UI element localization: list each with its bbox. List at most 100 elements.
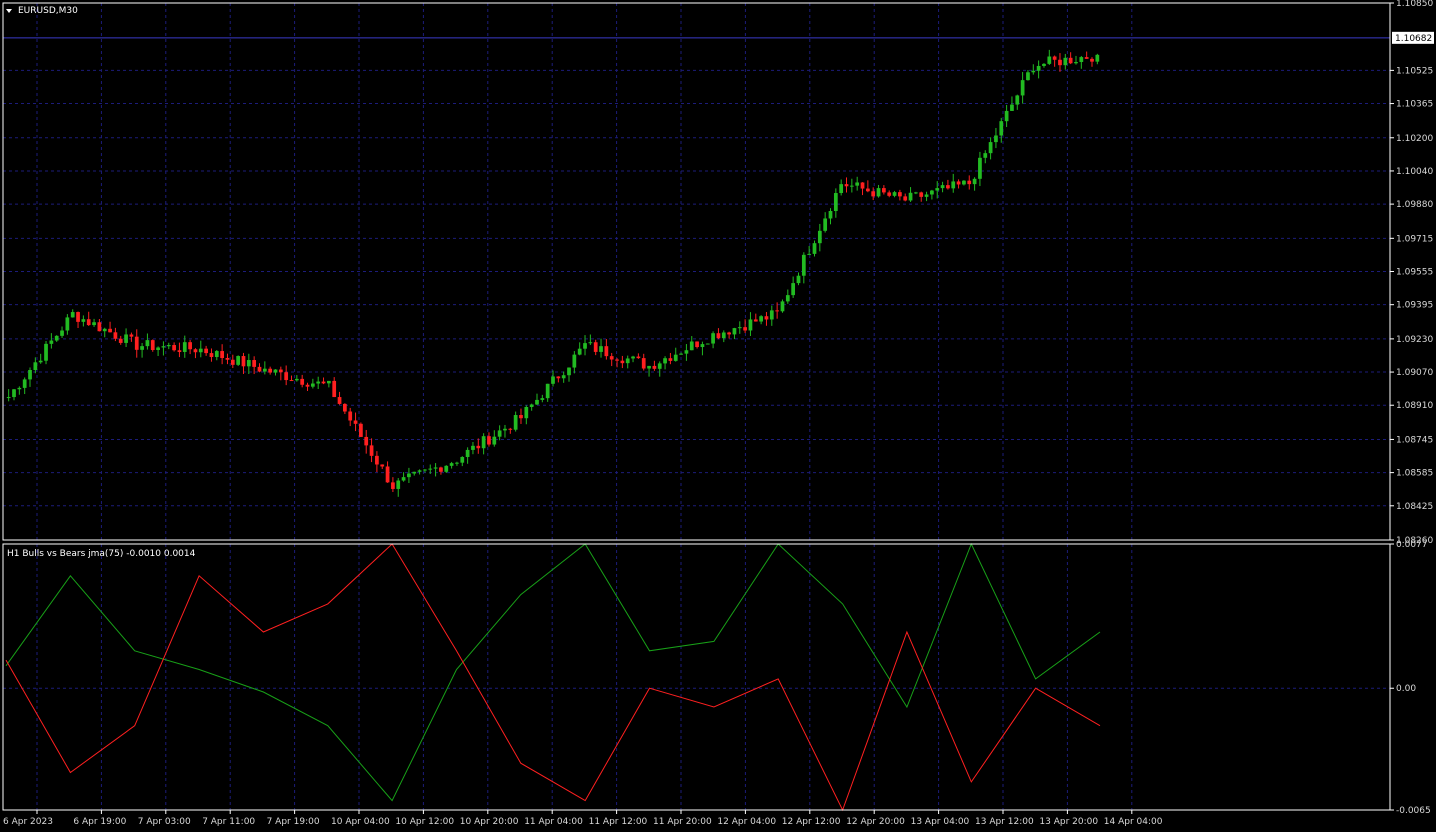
grid-layer xyxy=(3,2,1390,810)
candle-body xyxy=(1042,63,1046,66)
candle-body xyxy=(930,190,934,195)
candle-body xyxy=(865,188,870,192)
candle-body xyxy=(396,480,401,489)
candle-body xyxy=(86,319,91,326)
candle-body xyxy=(369,445,374,456)
candle-body xyxy=(988,142,993,154)
candle-body xyxy=(188,342,192,350)
candle-body xyxy=(38,360,43,363)
indicator-tick-label: 0.0077 xyxy=(1396,540,1428,550)
menu-triangle-icon[interactable] xyxy=(6,9,12,13)
candle-body xyxy=(241,356,246,367)
candle-body xyxy=(60,330,64,336)
time-tick-label: 10 Apr 20:00 xyxy=(460,817,519,827)
candle-body xyxy=(625,358,630,364)
candle-body xyxy=(577,348,582,355)
candle-body xyxy=(476,445,481,449)
candle-body xyxy=(359,423,363,437)
candle-body xyxy=(487,436,491,445)
candle-body xyxy=(882,188,886,193)
time-tick-label: 7 Apr 11:00 xyxy=(202,817,255,827)
time-tick-label: 12 Apr 04:00 xyxy=(717,817,776,827)
candle-body xyxy=(1036,65,1041,71)
indicator-lines xyxy=(5,542,1101,812)
candle-body xyxy=(225,358,230,360)
time-tick-label: 12 Apr 12:00 xyxy=(782,817,841,827)
candle-body xyxy=(423,469,427,471)
candle-body xyxy=(705,343,710,345)
frame-layer xyxy=(2,2,1391,811)
candle-body xyxy=(914,192,918,194)
price-tick-label: 1.08745 xyxy=(1396,435,1433,445)
candle-body xyxy=(641,358,646,369)
candle-body xyxy=(102,328,107,332)
candle-body xyxy=(951,181,956,189)
candle-body xyxy=(1015,95,1020,105)
indicator-frame xyxy=(2,543,1391,811)
candle-body xyxy=(871,191,876,197)
candle-body xyxy=(817,230,822,244)
candle-body xyxy=(108,328,112,333)
candle-body xyxy=(780,301,785,312)
candle-body xyxy=(727,332,731,335)
candle-body xyxy=(1052,56,1057,60)
candle-body xyxy=(214,351,219,358)
candle-body xyxy=(1090,58,1094,62)
candle-body xyxy=(545,383,550,399)
candle-body xyxy=(6,397,11,399)
candle-body xyxy=(940,185,945,189)
candle-body xyxy=(1063,57,1068,66)
chart-canvas[interactable]: 1.10850 1.10525 1.10365 1.10200 1.10040 1.098… xyxy=(0,0,1436,832)
candle-body xyxy=(278,369,283,373)
candle-body xyxy=(892,192,897,196)
candle-body xyxy=(1079,57,1084,63)
candle-body xyxy=(609,356,614,360)
candle-body xyxy=(380,464,385,467)
candle-body xyxy=(497,430,502,437)
candle-body xyxy=(583,343,587,349)
candle-body xyxy=(924,194,929,197)
candle-body xyxy=(1095,54,1100,62)
candle-body xyxy=(1004,110,1009,122)
time-tick-label: 12 Apr 20:00 xyxy=(846,817,905,827)
candle-body xyxy=(1074,62,1078,64)
candle-body xyxy=(524,406,529,419)
candle-body xyxy=(70,312,75,318)
candle-body xyxy=(972,178,977,185)
candle-body xyxy=(375,455,379,465)
candle-body xyxy=(764,316,769,320)
price-tick-label: 1.09230 xyxy=(1396,335,1433,345)
candle-body xyxy=(262,368,267,372)
candle-body xyxy=(353,420,358,424)
candle-body xyxy=(33,362,38,370)
candle-body xyxy=(540,398,545,400)
candle-body xyxy=(337,397,342,404)
candle-body xyxy=(908,192,913,201)
candle-body xyxy=(743,327,747,331)
candle-body xyxy=(326,380,331,384)
indicator-title: H1 Bulls vs Bears jma(75) -0.0010 0.0014 xyxy=(7,549,196,559)
candle-body xyxy=(732,328,737,335)
candle-body xyxy=(449,463,454,466)
candle-body xyxy=(343,403,347,412)
candle-body xyxy=(348,411,353,421)
candle-body xyxy=(182,342,187,352)
candle-body xyxy=(593,342,598,352)
candle-body xyxy=(401,477,406,481)
candle-body xyxy=(385,466,390,483)
candle-body xyxy=(631,356,635,359)
candle-body xyxy=(76,312,80,322)
candle-body xyxy=(919,192,924,197)
candle-body xyxy=(839,184,844,194)
candle-body xyxy=(428,468,433,470)
candle-body xyxy=(246,360,251,367)
candle-body xyxy=(177,350,182,352)
candle-body xyxy=(561,375,566,379)
candle-body xyxy=(1031,70,1036,73)
candle-body xyxy=(684,350,689,354)
candle-body xyxy=(310,383,315,387)
time-axis: 6 Apr 2023 6 Apr 19:00 7 Apr 03:00 7 Apr 11… xyxy=(3,810,1163,827)
candle-body xyxy=(161,346,166,348)
candle-body xyxy=(129,334,134,337)
candle-body xyxy=(455,462,459,464)
